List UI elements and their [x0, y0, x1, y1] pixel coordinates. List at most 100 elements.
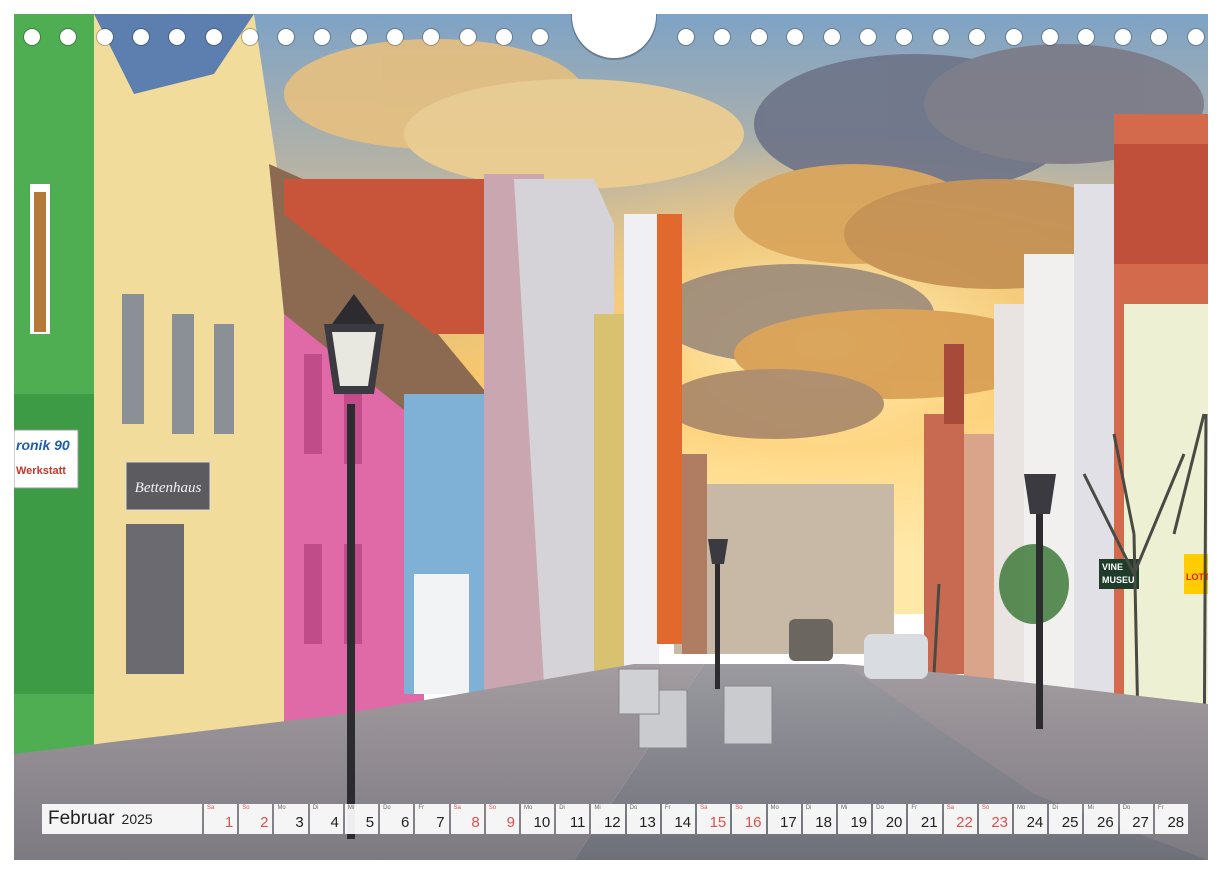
day-number: 17: [780, 814, 797, 831]
calendar-day: Mo 24: [1014, 804, 1048, 834]
weekday-abbrev: Di: [559, 805, 565, 811]
shop-sign-werkstatt: ronik 90 Werkstatt: [14, 429, 79, 489]
calendar-day: Mo 17: [767, 804, 801, 834]
day-number: 15: [709, 814, 727, 831]
weekday-abbrev: So: [981, 805, 990, 811]
day-number: 24: [1026, 814, 1044, 831]
calendar-day: Di 18: [802, 804, 836, 834]
binding-hole: [787, 29, 804, 45]
binding-hole: [1005, 29, 1022, 45]
day-number: 20: [885, 814, 903, 831]
calendar-day: Sa 1: [204, 804, 238, 834]
binding-hole: [495, 29, 512, 45]
binding-hole: [532, 29, 549, 45]
car: [864, 634, 928, 679]
calendar-day: So 16: [732, 804, 766, 834]
binding-hole: [241, 29, 258, 45]
svg-text:Bettenhaus: Bettenhaus: [135, 480, 202, 496]
binding-hole: [1078, 29, 1095, 45]
binding-hole: [60, 29, 77, 45]
day-number: 5: [365, 814, 375, 831]
day-number: 7: [436, 814, 445, 831]
weekday-abbrev: Sa: [700, 805, 708, 811]
calendar-day: Do 27: [1119, 804, 1153, 834]
binding-hole: [96, 29, 113, 45]
weekday-abbrev: So: [488, 805, 497, 811]
day-number: 11: [569, 814, 586, 831]
day-number: 3: [295, 814, 304, 831]
day-number: 12: [603, 814, 621, 831]
day-number: 4: [330, 814, 339, 831]
day-number: 21: [920, 814, 938, 831]
binding-hole: [459, 29, 476, 45]
binding-hole: [132, 29, 149, 45]
weekday-abbrev: Mo: [277, 805, 286, 811]
month-year: 2025: [121, 811, 153, 827]
binding-hole: [896, 29, 913, 45]
weekday-abbrev: Sa: [453, 805, 461, 811]
calendar-day: Fr 7: [415, 804, 449, 834]
day-number: 27: [1132, 814, 1149, 831]
day-number: 19: [850, 814, 868, 831]
binding-hole: [278, 29, 295, 45]
day-number: 10: [533, 814, 551, 831]
day-number: 28: [1167, 814, 1185, 831]
day-number: 2: [260, 814, 269, 831]
calendar-day: Mi 12: [591, 804, 625, 834]
weekday-abbrev: So: [735, 805, 743, 811]
weekday-abbrev: Do: [876, 805, 884, 811]
binding-hole: [1042, 29, 1058, 45]
calendar-day: Mi 19: [837, 804, 872, 834]
binding-hole: [24, 29, 40, 45]
calendar-day: So 23: [978, 804, 1013, 834]
binding-hole: [205, 29, 222, 45]
calendar-day: Do 13: [626, 804, 660, 834]
month-label: Februar 2025: [42, 804, 202, 834]
weekday-abbrev: Do: [383, 805, 391, 811]
svg-text:Werkstatt: Werkstatt: [16, 465, 66, 477]
day-number: 14: [674, 814, 692, 831]
binding-hole: [169, 29, 186, 45]
binding-hole: [750, 29, 767, 45]
binding-hole: [1187, 29, 1204, 45]
planter: [618, 668, 660, 715]
weekday-abbrev: Fr: [664, 805, 671, 811]
binding-hole: [314, 29, 331, 45]
calendar-day: So 2: [239, 804, 273, 834]
day-number: 16: [744, 814, 762, 831]
binding-hole: [423, 29, 440, 45]
weekday-abbrev: Fr: [418, 805, 424, 811]
binding-hole: [932, 29, 949, 45]
day-number: 26: [1097, 814, 1114, 831]
svg-text:MUSEU: MUSEU: [1102, 575, 1135, 585]
binding-hole: [714, 29, 731, 45]
svg-text:VINE: VINE: [1102, 562, 1123, 572]
binding-hole: [860, 29, 876, 45]
weekday-abbrev: Fr: [1157, 805, 1164, 811]
binding-hole: [823, 29, 840, 45]
weekday-abbrev: Sa: [207, 805, 215, 811]
calendar-day: Do 6: [380, 804, 414, 834]
planter: [723, 685, 773, 745]
calendar-day: Fr 14: [661, 804, 696, 834]
binding-hole: [969, 29, 986, 45]
shop-sign-lotto: LOTTO: [1186, 572, 1208, 582]
car: [789, 619, 833, 661]
weekday-abbrev: Do: [629, 805, 638, 811]
weekday-abbrev: Mo: [523, 805, 533, 811]
calendar-day: Di 4: [309, 804, 343, 834]
day-number: 18: [815, 814, 832, 831]
svg-text:ronik 90: ronik 90: [16, 437, 70, 453]
binding-hole: [678, 29, 694, 45]
svg-text:LOTTO: LOTTO: [1186, 572, 1208, 582]
weekday-abbrev: Do: [1122, 805, 1131, 811]
calendar-day: Mi 5: [344, 804, 379, 834]
binding-hole: [1114, 29, 1131, 45]
weekday-abbrev: Mi: [1087, 805, 1094, 811]
day-number: 22: [956, 814, 973, 831]
weekday-abbrev: Di: [312, 805, 319, 811]
weekday-abbrev: Mo: [770, 805, 779, 811]
day-number: 9: [506, 814, 515, 831]
calendar-day: So 9: [485, 804, 519, 834]
day-number: 23: [991, 814, 1009, 831]
